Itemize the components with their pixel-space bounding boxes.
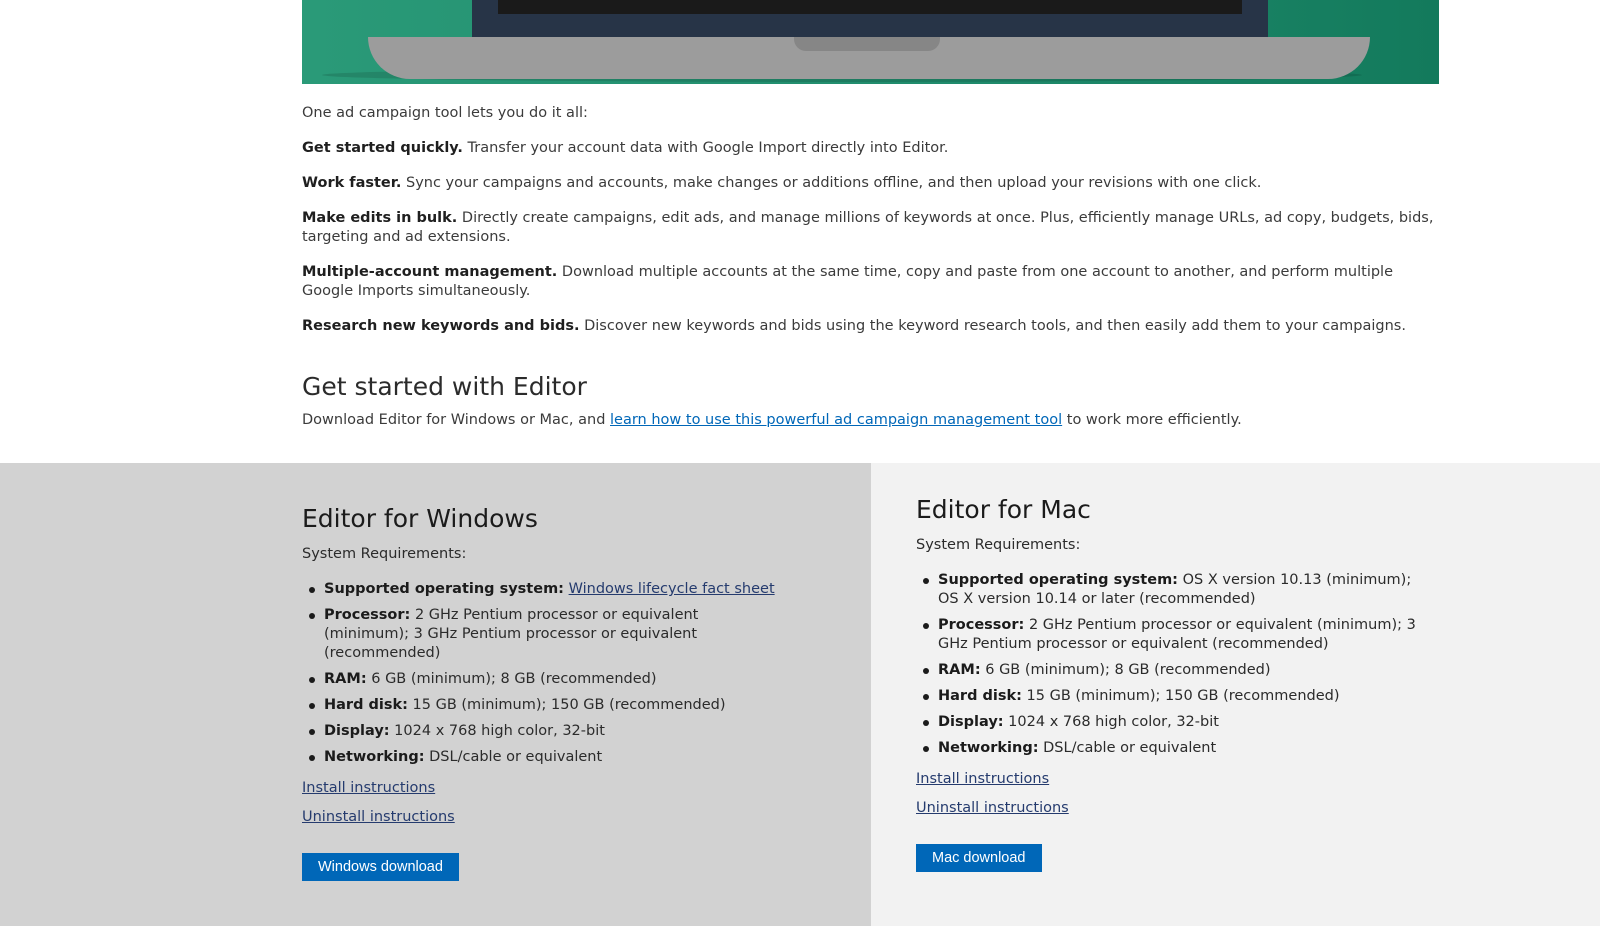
mac-install-link[interactable]: Install instructions [916, 770, 1436, 789]
windows-req-disk: Hard disk: 15 GB (minimum); 150 GB (reco… [302, 696, 782, 715]
learn-how-link[interactable]: learn how to use this powerful ad campai… [610, 412, 1062, 428]
feature-work-faster: Work faster. Sync your campaigns and acc… [302, 175, 1262, 191]
hero-laptop-illustration [302, 0, 1439, 84]
intro-text: One ad campaign tool lets you do it all: [302, 105, 588, 121]
mac-req-display: Display: 1024 x 768 high color, 32-bit [916, 713, 1436, 732]
laptop-screen-inner [498, 0, 1242, 14]
mac-uninstall-link[interactable]: Uninstall instructions [916, 799, 1436, 818]
mac-req-processor: Processor: 2 GHz Pentium processor or eq… [916, 616, 1436, 654]
mac-title: Editor for Mac [916, 495, 1091, 524]
mac-req-disk: Hard disk: 15 GB (minimum); 150 GB (reco… [916, 687, 1436, 706]
windows-download-button[interactable]: Windows download [302, 853, 459, 881]
mac-requirements-list: Supported operating system: OS X version… [916, 571, 1436, 758]
windows-req-networking: Networking: DSL/cable or equivalent [302, 748, 782, 767]
mac-sysreq-label: System Requirements: [916, 537, 1081, 553]
windows-sysreq-label: System Requirements: [302, 546, 467, 562]
mac-section: Editor for Mac System Requirements: Supp… [916, 494, 1436, 872]
feature-get-started: Get started quickly. Transfer your accou… [302, 140, 949, 156]
windows-req-processor: Processor: 2 GHz Pentium processor or eq… [302, 606, 782, 663]
feature-research: Research new keywords and bids. Discover… [302, 318, 1406, 334]
mac-download-button[interactable]: Mac download [916, 844, 1042, 872]
laptop-screen [472, 0, 1268, 38]
mac-req-os: Supported operating system: OS X version… [916, 571, 1436, 609]
windows-req-os: Supported operating system: Windows life… [302, 580, 782, 599]
windows-req-display: Display: 1024 x 768 high color, 32-bit [302, 722, 782, 741]
get-started-description: Download Editor for Windows or Mac, and … [302, 412, 1242, 428]
mac-links: Install instructions Uninstall instructi… [916, 770, 1436, 818]
laptop-notch [794, 37, 940, 51]
get-started-title: Get started with Editor [302, 372, 587, 401]
feature-multi-account: Multiple-account management. Download mu… [302, 264, 1394, 299]
feature-bulk-edits: Make edits in bulk. Directly create camp… [302, 210, 1434, 245]
feature-list: One ad campaign tool lets you do it all:… [302, 104, 1442, 352]
windows-req-ram: RAM: 6 GB (minimum); 8 GB (recommended) [302, 670, 782, 689]
mac-req-networking: Networking: DSL/cable or equivalent [916, 739, 1436, 758]
windows-title: Editor for Windows [302, 504, 538, 533]
windows-uninstall-link[interactable]: Uninstall instructions [302, 808, 782, 827]
mac-req-ram: RAM: 6 GB (minimum); 8 GB (recommended) [916, 661, 1436, 680]
windows-requirements-list: Supported operating system: Windows life… [302, 580, 782, 767]
windows-lifecycle-link[interactable]: Windows lifecycle fact sheet [569, 581, 775, 597]
windows-links: Install instructions Uninstall instructi… [302, 779, 782, 827]
windows-section: Editor for Windows System Requirements: … [302, 503, 782, 881]
windows-install-link[interactable]: Install instructions [302, 779, 782, 798]
